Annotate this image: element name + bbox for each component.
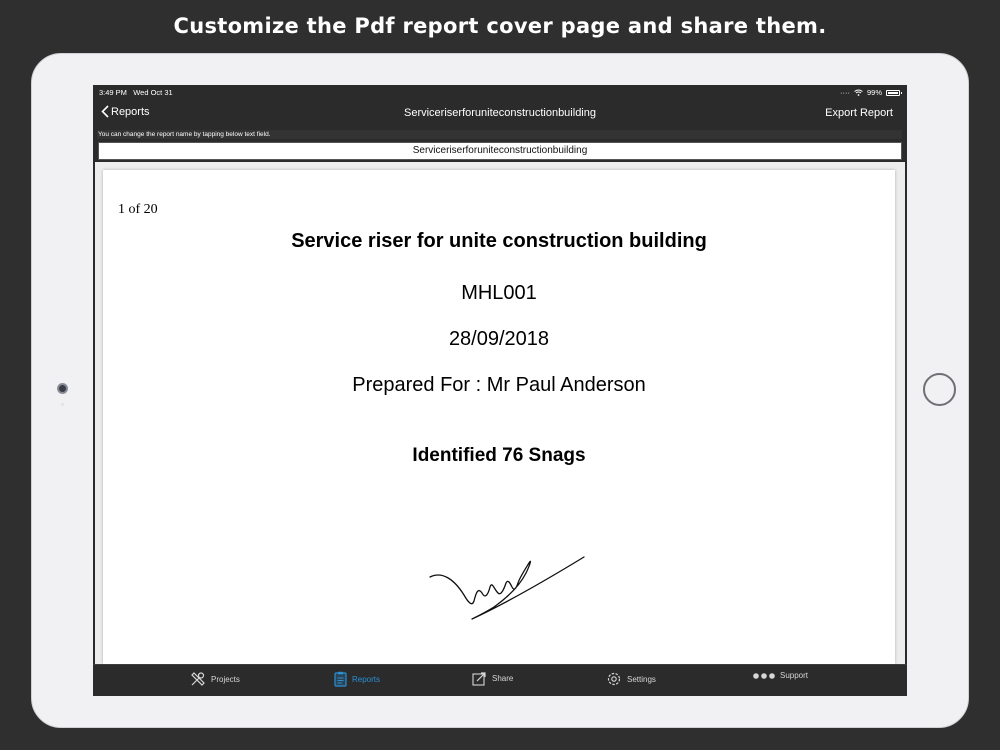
tab-projects[interactable]: Projects [190,671,240,687]
battery-percent: 99% [866,88,882,97]
signal-dots-icon: ···· [839,88,850,97]
share-icon [472,672,486,686]
battery-fill [888,91,898,94]
clipboard-icon [334,671,347,687]
report-date: 28/09/2018 [448,328,550,350]
pdf-cover-page: 1 of 20 Service riser for unite construc… [103,170,895,664]
wifi-icon [854,89,863,96]
status-indicators: ···· 99% [839,88,902,97]
report-name-field[interactable]: Serviceriserforuniteconstructionbuilding [98,142,902,160]
more-dots-icon [753,672,775,679]
tab-settings[interactable]: Settings [606,671,656,687]
promo-headline: Customize the Pdf report cover page and … [173,14,827,38]
report-name-hint: You can change the report name by tappin… [97,130,902,139]
tools-icon [191,672,205,686]
export-report-button[interactable]: Export Report [825,107,893,119]
camera-sensor [61,403,64,406]
signature-image [429,556,585,620]
back-button-label: Reports [111,105,150,118]
battery-icon [886,89,902,96]
battery-cap [900,91,902,94]
tab-share[interactable]: Share [472,671,513,686]
status-bar: 3:49 PM Wed Oct 31 ···· 99% [93,85,907,100]
home-button[interactable] [923,373,956,406]
page-counter: 1 of 20 [118,202,158,217]
gear-icon [607,672,621,686]
chevron-left-icon [101,105,109,118]
navigation-bar: Reports Serviceriserforuniteconstruction… [93,100,907,129]
nav-title: Serviceriserforuniteconstructionbuilding [404,107,596,119]
report-title: Service riser for unite construction bui… [291,230,707,252]
app-screen: 3:49 PM Wed Oct 31 ···· 99% Reports Serv… [93,85,907,696]
status-date: Wed Oct 31 [133,88,173,97]
tab-label: Settings [627,674,656,684]
tab-label: Support [780,671,809,680]
tab-label: Reports [352,674,381,684]
tab-support[interactable]: Support [753,671,808,680]
tab-label: Projects [211,674,240,684]
front-camera [57,383,68,394]
status-time: 3:49 PM [99,88,127,97]
back-button[interactable]: Reports [101,105,150,118]
snag-count: Identified 76 Snags [412,445,586,466]
tab-bar: Projects Reports Share Settings Support [93,664,907,696]
project-code: MHL001 [461,282,537,304]
prepared-for: Prepared For : Mr Paul Anderson [352,374,646,396]
tab-reports[interactable]: Reports [334,671,380,687]
status-time-date: 3:49 PM Wed Oct 31 [99,88,173,97]
tab-label: Share [492,674,514,683]
